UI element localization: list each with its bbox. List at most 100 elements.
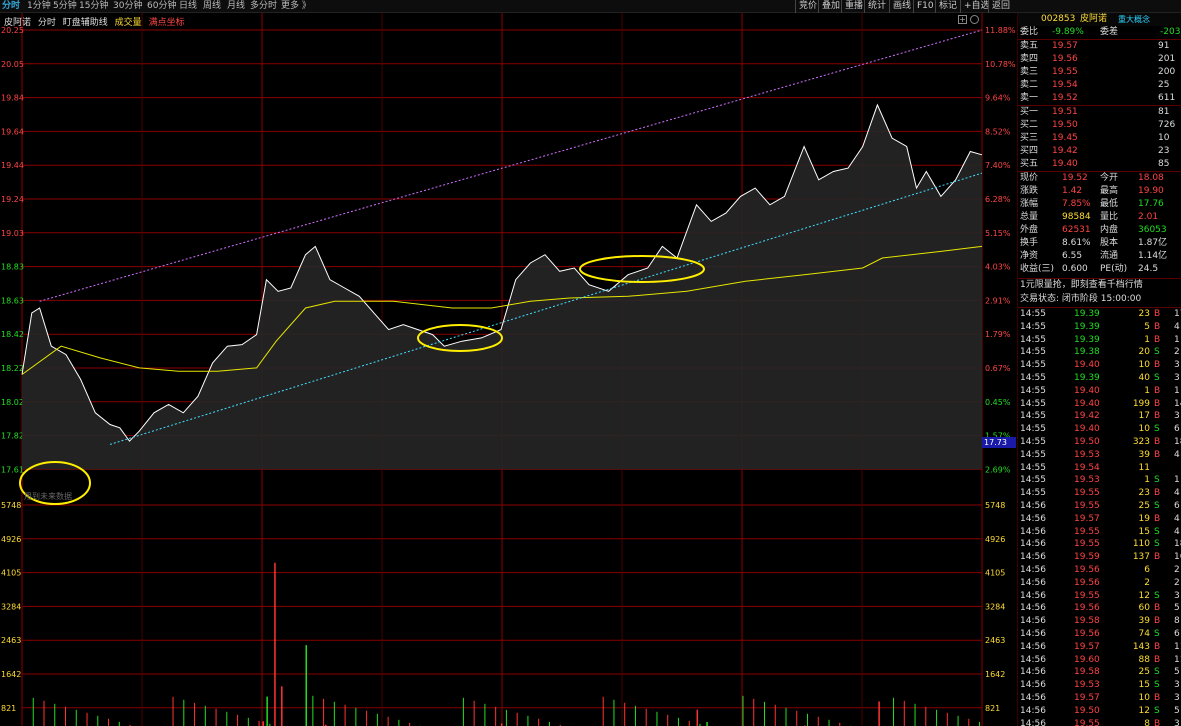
- intraday-chart[interactable]: 20.25 20.05 19.84 19.64 19.44 19.24 19.03 18.83…: [0, 13, 1017, 726]
- tool-button[interactable]: 返回: [988, 0, 1013, 13]
- tick-row[interactable]: 14:55 19.40 199 B 14: [1018, 398, 1181, 411]
- volume-bar: [742, 695, 744, 726]
- volume-bar: [398, 719, 400, 726]
- volume-bar: [602, 696, 604, 726]
- period-tab[interactable]: 1分钟: [27, 1, 51, 12]
- tick-row[interactable]: 14:55 19.54 11: [1018, 462, 1181, 475]
- ask-price[interactable]: 19.54: [1052, 79, 1078, 92]
- stat-row: 现价 19.52 今开 18.08: [1018, 172, 1181, 185]
- ask-price[interactable]: 19.52: [1052, 92, 1078, 105]
- tool-button[interactable]: 统计: [864, 0, 889, 13]
- tick-row[interactable]: 14:56 19.55 110 S 18: [1018, 538, 1181, 551]
- ask-price[interactable]: 19.56: [1052, 53, 1078, 66]
- settings-icon[interactable]: +: [958, 15, 967, 24]
- legend-mode[interactable]: 分时: [38, 18, 56, 28]
- ask-level[interactable]: 卖五 19.57 91: [1018, 40, 1181, 53]
- tick-side: B: [1154, 398, 1161, 409]
- tick-row[interactable]: 14:55 19.50 323 B 18: [1018, 436, 1181, 449]
- pct-axis-label: 6.28%: [985, 195, 1011, 204]
- ask-price[interactable]: 19.57: [1052, 40, 1078, 53]
- tick-row[interactable]: 14:56 19.58 39 B 8: [1018, 615, 1181, 628]
- tick-row[interactable]: 14:56 19.56 60 B 5: [1018, 602, 1181, 615]
- tick-row[interactable]: 14:56 19.56 2 2: [1018, 577, 1181, 590]
- bid-level[interactable]: 买三 19.45 10: [1018, 132, 1181, 145]
- tick-row[interactable]: 14:55 19.53 1 S 1: [1018, 474, 1181, 487]
- tick-row[interactable]: 14:55 19.39 1 B 1: [1018, 334, 1181, 347]
- tick-time: 14:56: [1020, 693, 1046, 703]
- pct-axis-label: 0.45%: [985, 398, 1011, 407]
- tick-row[interactable]: 14:55 19.38 20 S 2: [1018, 346, 1181, 359]
- period-tab[interactable]: 60分钟: [147, 1, 176, 12]
- tick-row[interactable]: 14:56 19.53 15 S 3: [1018, 679, 1181, 692]
- tool-button[interactable]: 标记: [935, 0, 960, 13]
- ask-level[interactable]: 卖三 19.55 200: [1018, 66, 1181, 79]
- tick-row[interactable]: 14:55 19.42 17 B 3: [1018, 410, 1181, 423]
- tick-row[interactable]: 14:56 19.60 88 B 11: [1018, 654, 1181, 667]
- bid-level[interactable]: 买一 19.51 81: [1018, 106, 1181, 119]
- tick-row[interactable]: 14:55 19.40 1 B 1: [1018, 385, 1181, 398]
- minimize-icon[interactable]: [970, 15, 979, 24]
- stat-value: 1.42: [1062, 186, 1083, 196]
- period-tab[interactable]: 月线: [227, 1, 245, 12]
- bid-price[interactable]: 19.40: [1052, 158, 1078, 171]
- tick-row[interactable]: 14:56 19.59 137 B 16: [1018, 551, 1181, 564]
- tick-count: 2: [1174, 565, 1180, 575]
- tick-row[interactable]: 14:55 19.39 5 B 4: [1018, 321, 1181, 334]
- tick-row[interactable]: 14:56 19.50 12 S 5: [1018, 705, 1181, 718]
- ask-level[interactable]: 卖四 19.56 201: [1018, 53, 1181, 66]
- tick-volume: 137: [1132, 552, 1150, 563]
- period-tab[interactable]: 分时: [2, 1, 20, 12]
- promo-link[interactable]: 1元限量抢，即刻查看千档行情: [1020, 279, 1143, 292]
- legend-helper-line[interactable]: 盯盘辅助线: [63, 18, 108, 28]
- bid-price[interactable]: 19.45: [1052, 132, 1078, 145]
- bid-level[interactable]: 买四 19.42 23: [1018, 145, 1181, 158]
- ask-level[interactable]: 卖一 19.52 611: [1018, 92, 1181, 105]
- bid-level[interactable]: 买五 19.40 85: [1018, 158, 1181, 171]
- ask-level[interactable]: 卖二 19.54 25: [1018, 79, 1181, 92]
- tick-row[interactable]: 14:55 19.40 10 S 6: [1018, 423, 1181, 436]
- tick-row[interactable]: 14:55 19.40 10 B 3: [1018, 359, 1181, 372]
- tool-button[interactable]: F10: [913, 0, 937, 13]
- promo-row[interactable]: 1元限量抢，即刻查看千档行情: [1018, 279, 1181, 292]
- tool-button[interactable]: 叠加: [818, 0, 843, 13]
- tick-row[interactable]: 14:56 19.58 25 S 5: [1018, 666, 1181, 679]
- period-tab[interactable]: 15分钟: [79, 1, 108, 12]
- tick-row[interactable]: 14:55 19.39 40 S 3: [1018, 372, 1181, 385]
- tick-row[interactable]: 14:56 19.57 143 B 11: [1018, 641, 1181, 654]
- period-tab[interactable]: 日线: [179, 1, 197, 12]
- legend-full-coordinate[interactable]: 满点坐标: [149, 18, 185, 28]
- chart-canvas[interactable]: 20.2520.0519.8419.6419.4419.2419.0318.83…: [0, 13, 1017, 726]
- tick-side: B: [1154, 654, 1161, 665]
- period-tab[interactable]: 更多 》: [281, 1, 311, 12]
- price-axis-label: 19.03: [1, 229, 24, 238]
- bid-price[interactable]: 19.51: [1052, 106, 1078, 119]
- tick-row[interactable]: 14:56 19.55 25 S 6: [1018, 500, 1181, 513]
- tick-row[interactable]: 14:56 19.55 12 S 3: [1018, 590, 1181, 603]
- tool-button[interactable]: 竞价: [795, 0, 820, 13]
- tick-count: 5: [1174, 667, 1180, 678]
- period-tab[interactable]: 多分时: [250, 1, 277, 12]
- tick-row[interactable]: 14:56 19.56 74 S 6: [1018, 628, 1181, 641]
- ask-price[interactable]: 19.55: [1052, 66, 1078, 79]
- tick-row[interactable]: 14:55 19.39 23 B 17: [1018, 308, 1181, 321]
- volume-bar: [527, 715, 529, 726]
- tick-row[interactable]: 14:56 19.57 19 B 4: [1018, 513, 1181, 526]
- bid-price[interactable]: 19.50: [1052, 119, 1078, 132]
- tick-time: 14:56: [1020, 718, 1046, 726]
- tick-row[interactable]: 14:55 19.55 23 B 4: [1018, 487, 1181, 500]
- legend-volume[interactable]: 成交量: [115, 18, 142, 28]
- tick-time: 14:56: [1020, 603, 1046, 614]
- period-tab[interactable]: 周线: [203, 1, 221, 12]
- tick-row[interactable]: 14:56 19.55 8 B 3: [1018, 718, 1181, 726]
- tick-row[interactable]: 14:55 19.53 39 B 4: [1018, 449, 1181, 462]
- bid-level[interactable]: 买二 19.50 726: [1018, 119, 1181, 132]
- tick-row[interactable]: 14:56 19.55 15 S 4: [1018, 526, 1181, 539]
- tick-row[interactable]: 14:56 19.56 6 2: [1018, 564, 1181, 577]
- tool-button[interactable]: 画线: [889, 0, 914, 13]
- tick-row[interactable]: 14:56 19.57 10 B 3: [1018, 692, 1181, 705]
- tool-button[interactable]: 重播: [841, 0, 866, 13]
- bid-price[interactable]: 19.42: [1052, 145, 1078, 158]
- period-tab[interactable]: 30分钟: [113, 1, 142, 12]
- period-tab[interactable]: 5分钟: [53, 1, 77, 12]
- concept-tag[interactable]: 重大概念: [1118, 13, 1150, 26]
